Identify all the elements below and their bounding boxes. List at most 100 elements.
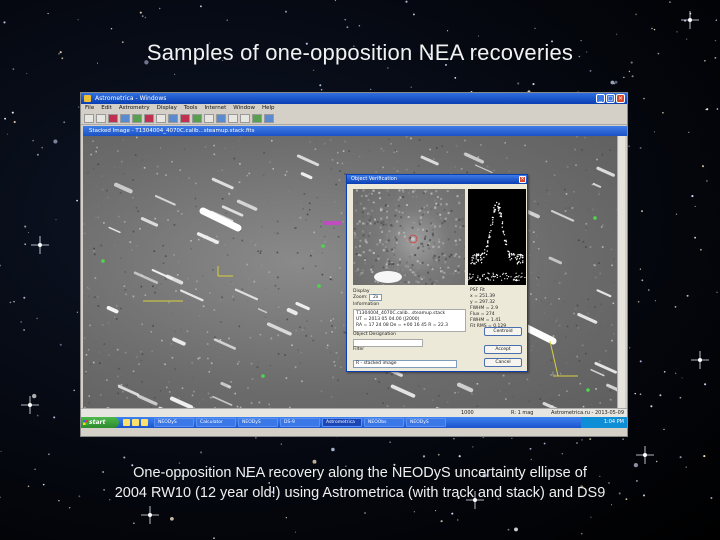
menu-window[interactable]: Window <box>233 104 255 113</box>
reference-star-marker <box>261 374 265 378</box>
close-button[interactable]: × <box>616 94 625 103</box>
noise-pixel <box>284 354 286 356</box>
zoom-pixel <box>375 259 377 262</box>
noise-pixel <box>277 306 280 308</box>
menu-help[interactable]: Help <box>262 104 275 113</box>
star <box>331 447 335 452</box>
menu-edit[interactable]: Edit <box>101 104 112 113</box>
noise-pixel <box>563 188 566 191</box>
noise-pixel <box>573 312 575 315</box>
noise-pixel <box>276 251 279 254</box>
noise-pixel <box>566 325 569 328</box>
residual-point <box>482 274 484 276</box>
cancel-button[interactable]: Cancel <box>484 358 522 367</box>
folder-icon[interactable] <box>123 419 130 426</box>
zoom-pixel <box>397 198 400 201</box>
folder-icon[interactable] <box>141 419 148 426</box>
filter-select[interactable]: R - stacked image <box>353 360 457 368</box>
toolbar-button[interactable] <box>132 114 142 123</box>
object-zoom-image[interactable] <box>353 189 465 285</box>
noise-pixel <box>88 402 90 404</box>
menu-astrometry[interactable]: Astrometry <box>119 104 150 113</box>
noise-pixel <box>570 163 572 165</box>
taskbar-item[interactable]: NEODyS <box>238 418 278 427</box>
noise-pixel <box>234 392 236 395</box>
toolbar-button[interactable] <box>144 114 154 123</box>
menu-internet[interactable]: Internet <box>204 104 226 113</box>
zoom-pixel <box>385 241 388 243</box>
toolbar-button[interactable] <box>240 114 250 123</box>
maximize-button[interactable]: □ <box>606 94 615 103</box>
toolbar-button[interactable] <box>120 114 130 123</box>
star <box>437 453 440 456</box>
taskbar-item[interactable]: DS-9 <box>280 418 320 427</box>
noise-pixel <box>590 404 592 406</box>
noise-pixel <box>417 165 420 167</box>
menu-display[interactable]: Display <box>157 104 177 113</box>
toolbar-button[interactable] <box>228 114 238 123</box>
dialog-title-bar[interactable]: Object Verification × <box>347 175 527 184</box>
noise-pixel <box>183 269 186 272</box>
toolbar-button[interactable] <box>204 114 214 123</box>
zoom-pixel <box>401 227 404 230</box>
star-trail <box>577 312 598 324</box>
toolbar-button[interactable] <box>96 114 106 123</box>
zoom-select[interactable]: 2x <box>368 294 383 302</box>
noise-pixel <box>454 391 456 394</box>
noise-pixel <box>563 300 566 303</box>
star-trail <box>151 269 173 280</box>
noise-pixel <box>502 374 505 377</box>
taskbar-item[interactable]: Calculator <box>196 418 236 427</box>
app-title-bar[interactable]: Astrometrica - Windows _ □ × <box>81 93 627 104</box>
taskbar-item[interactable]: Astrometrica <box>322 418 362 427</box>
toolbar-button[interactable] <box>156 114 166 123</box>
menu-tools[interactable]: Tools <box>184 104 198 113</box>
noise-pixel <box>476 405 479 408</box>
zoom-pixel <box>429 283 432 285</box>
taskbar-item[interactable]: NEODyS <box>154 418 194 427</box>
star <box>641 210 643 213</box>
menu-file[interactable]: File <box>85 104 94 113</box>
zoom-pixel <box>385 221 388 224</box>
toolbar-button[interactable] <box>216 114 226 123</box>
zoom-pixel <box>386 248 388 251</box>
noise-pixel <box>572 208 575 210</box>
star <box>320 88 323 91</box>
vertical-scrollbar[interactable] <box>617 136 625 416</box>
start-button[interactable]: start <box>81 417 119 428</box>
folder-icon[interactable] <box>132 419 139 426</box>
dialog-close-button[interactable]: × <box>519 176 526 183</box>
zoom-pixel <box>461 194 464 197</box>
noise-pixel <box>324 240 327 243</box>
noise-pixel <box>119 264 121 267</box>
taskbar-item[interactable]: NEODyS <box>406 418 446 427</box>
noise-pixel <box>286 318 289 321</box>
noise-pixel <box>213 153 216 156</box>
toolbar-button[interactable] <box>252 114 262 123</box>
zoom-pixel <box>396 220 399 223</box>
toolbar-button[interactable] <box>264 114 274 123</box>
minimize-button[interactable]: _ <box>596 94 605 103</box>
star <box>36 317 38 320</box>
noise-pixel <box>278 399 281 402</box>
accept-button[interactable]: Accept <box>484 345 522 354</box>
star <box>53 139 58 144</box>
psf-point <box>476 259 479 261</box>
taskbar-item[interactable]: NEOObs <box>364 418 404 427</box>
toolbar-button[interactable] <box>192 114 202 123</box>
zoom-pixel <box>370 216 373 219</box>
toolbar-button[interactable] <box>168 114 178 123</box>
noise-pixel <box>258 401 261 404</box>
zoom-pixel <box>426 204 429 207</box>
designation-input[interactable] <box>353 339 423 348</box>
toolbar-button[interactable] <box>84 114 94 123</box>
toolbar-button[interactable] <box>180 114 190 123</box>
toolbar-button[interactable] <box>108 114 118 123</box>
image-window-title[interactable]: Stacked Image - T1304004_4070C.calib...s… <box>83 126 627 136</box>
star <box>77 19 79 21</box>
centroid-button[interactable]: Centroid <box>484 327 522 336</box>
noise-pixel <box>505 398 507 400</box>
noise-pixel <box>578 360 581 362</box>
slide-caption: One-opposition NEA recovery along the NE… <box>60 463 660 503</box>
noise-pixel <box>197 238 200 241</box>
